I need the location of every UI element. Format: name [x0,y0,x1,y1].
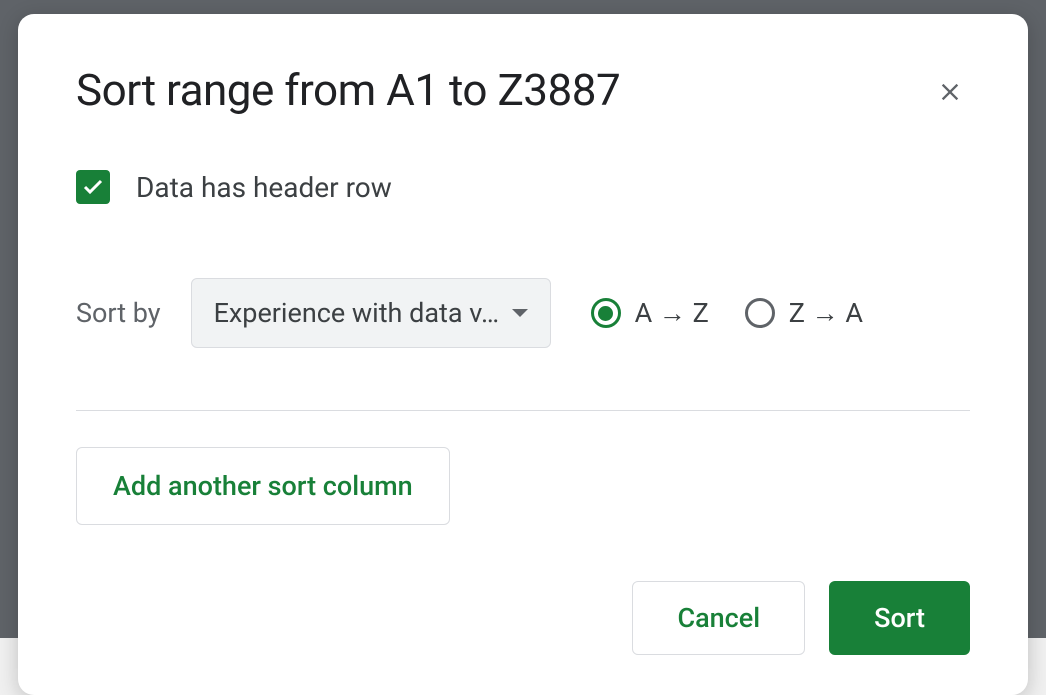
checkmark-icon [81,175,105,199]
chevron-down-icon [512,309,528,317]
radio-option-az[interactable]: A → Z [591,297,709,329]
header-row-label: Data has header row [136,171,392,204]
dropdown-value: Experience with data v... [214,297,500,329]
radio-az [591,298,621,328]
divider [76,410,970,411]
radio-za-label: Z → A [789,297,863,329]
close-button[interactable] [930,72,970,112]
close-icon [936,78,964,106]
sort-column-dropdown[interactable]: Experience with data v... [191,278,551,348]
add-sort-column-button[interactable]: Add another sort column [76,447,450,525]
sort-criteria-row: Sort by Experience with data v... A → Z … [76,278,970,348]
modal-backdrop: Sort range from A1 to Z3887 Data has hea… [0,0,1046,638]
sort-button[interactable]: Sort [829,581,970,655]
radio-option-za[interactable]: Z → A [745,297,863,329]
header-row-checkbox[interactable] [76,170,110,204]
sort-by-label: Sort by [76,297,161,329]
dialog-title: Sort range from A1 to Z3887 [76,64,970,116]
radio-az-label: A → Z [635,297,709,329]
cancel-button[interactable]: Cancel [632,581,805,655]
dialog-actions: Cancel Sort [76,581,970,655]
sort-direction-group: A → Z Z → A [591,297,863,329]
radio-za [745,298,775,328]
sort-range-dialog: Sort range from A1 to Z3887 Data has hea… [18,14,1028,695]
header-row-checkbox-row: Data has header row [76,170,970,204]
